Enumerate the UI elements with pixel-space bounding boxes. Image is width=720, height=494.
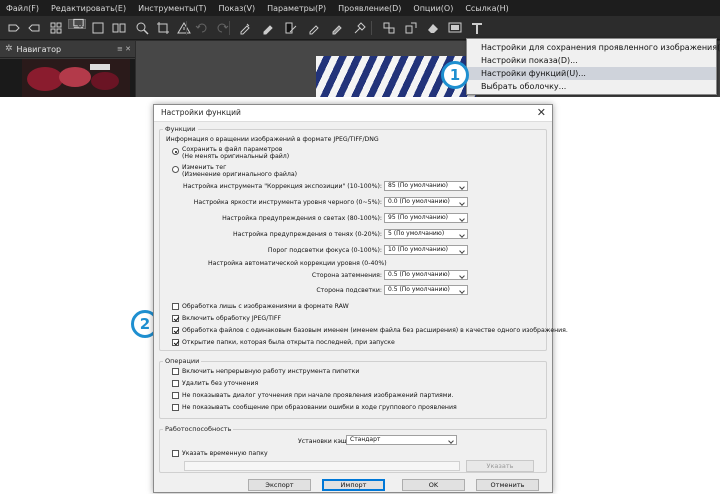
navigator-thumbnail[interactable]: [0, 59, 135, 97]
shadow-warning-label: Настройка предупреждения о тенях (0-20%)…: [233, 231, 382, 238]
eyedropper-continuous-checkbox[interactable]: [172, 368, 179, 375]
crop-icon[interactable]: [154, 19, 172, 37]
browse-button[interactable]: Указать: [466, 460, 534, 472]
focus-peaking-label: Порог подсветки фокуса (0-100%):: [267, 247, 382, 254]
ok-button[interactable]: OK: [402, 479, 465, 491]
radio-save-to-params[interactable]: [172, 148, 179, 155]
zoom-icon[interactable]: [133, 19, 151, 37]
panel-menu-icon[interactable]: ≡ ✕: [117, 45, 131, 53]
grid-view-icon[interactable]: [47, 19, 65, 37]
radio-change-label-2: (Изменение оригинального файла): [182, 171, 298, 178]
radio-change-label-1: Изменить тег: [182, 164, 227, 171]
close-icon[interactable]: ✕: [537, 106, 546, 119]
last-folder-checkbox[interactable]: [172, 339, 179, 346]
cache-label: Установки кэша:: [298, 438, 353, 445]
black-point-icon[interactable]: [282, 19, 300, 37]
function-settings-dialog: Настройки функций ✕ Функции Информация о…: [153, 104, 568, 493]
menu-item-choose-skin[interactable]: Выбрать оболочку...: [467, 80, 716, 93]
menu-bar: Файл(F) Редактировать(E) Инструменты(T) …: [0, 0, 720, 16]
no-error-message-label: Не показывать сообщение при образовании …: [182, 404, 457, 411]
navigator-title: Навигатор: [16, 44, 62, 54]
menu-tools[interactable]: Инструменты(T): [138, 4, 206, 13]
preview-icon[interactable]: [446, 19, 464, 37]
menu-help[interactable]: Ссылка(H): [465, 4, 508, 13]
gear-icon[interactable]: ✲: [5, 44, 13, 54]
jpeg-tiff-checkbox[interactable]: [172, 315, 179, 322]
menu-item-save-settings[interactable]: Настройки для сохранения проявленного из…: [467, 41, 720, 54]
menu-parameters[interactable]: Параметры(P): [267, 4, 326, 13]
dialog-title: Настройки функций: [161, 108, 241, 117]
black-level-label: Настройка яркости инструмента уровня чер…: [193, 199, 382, 206]
functions-group-label: Функции: [163, 125, 198, 133]
eyedropper-continuous-label: Включить непрерывную работу инструмента …: [182, 368, 360, 375]
dark-side-select[interactable]: 0.5 (По умолчанию): [384, 270, 468, 280]
white-balance-icon[interactable]: [259, 19, 277, 37]
performance-group-label: Работоспособность: [163, 425, 234, 433]
single-view-icon[interactable]: [89, 19, 107, 37]
delete-no-confirm-checkbox[interactable]: [172, 380, 179, 387]
menu-view[interactable]: Показ(V): [218, 4, 255, 13]
raw-only-checkbox[interactable]: [172, 303, 179, 310]
black-level-select[interactable]: 0.0 (По умолчанию): [384, 197, 468, 207]
rotation-info-label: Информация о вращении изображений в форм…: [166, 136, 379, 143]
compare-view-icon[interactable]: [110, 19, 128, 37]
jpeg-tiff-label: Включить обработку JPEG/TIFF: [182, 315, 281, 322]
cache-select[interactable]: Стандарт: [346, 435, 457, 445]
parameters-dropdown-menu: Настройки для сохранения проявленного из…: [466, 38, 720, 95]
same-basename-checkbox[interactable]: [172, 327, 179, 334]
no-batch-dialog-checkbox[interactable]: [172, 392, 179, 399]
operations-group-label: Операции: [163, 357, 202, 365]
toolbar: [0, 16, 720, 40]
menu-options[interactable]: Опции(O): [413, 4, 453, 13]
last-folder-label: Открытие папки, которая была открыта пос…: [182, 339, 395, 346]
exposure-tool-select[interactable]: 85 (По умолчанию): [384, 181, 468, 191]
eraser-icon[interactable]: [424, 19, 442, 37]
radio-change-tag[interactable]: [172, 166, 179, 173]
no-batch-dialog-label: Не показывать диалог уточнения при начал…: [182, 392, 454, 399]
highlight-warning-select[interactable]: 95 (По умолчанию): [384, 213, 468, 223]
light-side-label: Сторона подсветки:: [316, 287, 382, 294]
temp-folder-label: Указать временную папку: [182, 450, 268, 457]
auto-level-label: Настройка автоматической коррекции уровн…: [208, 260, 387, 267]
eyedropper-icon[interactable]: [236, 19, 254, 37]
raw-only-label: Обработка лишь с изображениями в формате…: [182, 303, 349, 310]
warning-icon[interactable]: [175, 19, 193, 37]
dialog-titlebar: Настройки функций ✕: [154, 105, 552, 122]
highlight-warning-label: Настройка предупреждения о светах (80-10…: [222, 215, 382, 222]
import-icon[interactable]: [5, 19, 23, 37]
exposure-tool-label: Настройка инструмента "Коррекция экспози…: [182, 183, 382, 190]
application-window: Файл(F) Редактировать(E) Инструменты(T) …: [0, 0, 720, 97]
export-button[interactable]: Экспорт: [248, 479, 311, 491]
batch-icon[interactable]: [380, 19, 398, 37]
navigator-panel: ✲ Навигатор ≡ ✕: [0, 41, 135, 97]
menu-item-function-settings[interactable]: Настройки функций(U)...: [467, 67, 716, 80]
undo-icon[interactable]: [193, 19, 211, 37]
menu-develop[interactable]: Проявление(D): [338, 4, 401, 13]
tools-icon[interactable]: [468, 19, 486, 37]
filmstrip-view-icon[interactable]: [68, 18, 86, 29]
shadow-warning-select[interactable]: 5 (По умолчанию): [384, 229, 468, 239]
no-error-message-checkbox[interactable]: [172, 404, 179, 411]
light-side-select[interactable]: 0.5 (По умолчанию): [384, 285, 468, 295]
focus-peaking-select[interactable]: 10 (По умолчанию): [384, 245, 468, 255]
cancel-button[interactable]: Отменить: [476, 479, 539, 491]
same-basename-label: Обработка файлов с одинаковым базовым им…: [182, 327, 568, 334]
navigator-header: ✲ Навигатор ≡ ✕: [0, 41, 135, 58]
radio-save-label-2: (Не менять оригинальный файл): [182, 153, 290, 160]
menu-edit[interactable]: Редактировать(E): [51, 4, 126, 13]
delete-no-confirm-label: Удалить без уточнения: [182, 380, 259, 387]
retouch-icon[interactable]: [351, 19, 369, 37]
menu-file[interactable]: Файл(F): [6, 4, 39, 13]
menu-item-view-settings[interactable]: Настройки показа(D)...: [467, 54, 716, 67]
temp-folder-checkbox[interactable]: [172, 450, 179, 457]
gray-point-icon[interactable]: [328, 19, 346, 37]
white-point-icon[interactable]: [305, 19, 323, 37]
temp-folder-path-field[interactable]: [184, 461, 460, 471]
export-icon[interactable]: [25, 19, 43, 37]
step-badge-1: 1: [441, 61, 469, 89]
develop-icon[interactable]: [402, 19, 420, 37]
radio-save-label-1: Сохранить в файл параметров: [182, 146, 283, 153]
import-button[interactable]: Импорт: [322, 479, 385, 491]
dark-side-label: Сторона затемнения:: [311, 272, 382, 279]
